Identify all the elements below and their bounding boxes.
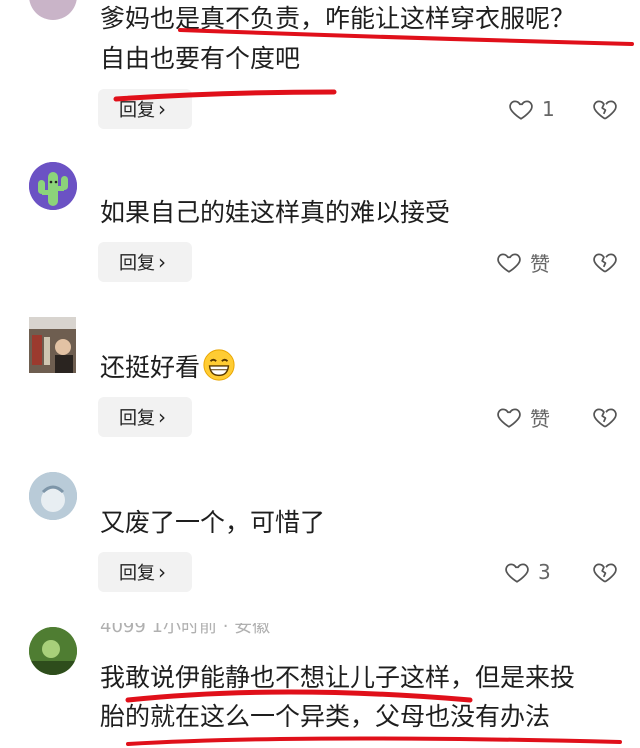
comment-meta: 4099 1小时前 · 安徽 xyxy=(100,623,271,637)
chevron-right-icon: › xyxy=(158,97,166,121)
broken-heart-icon[interactable] xyxy=(592,559,618,585)
avatar[interactable] xyxy=(29,0,77,20)
like-button[interactable]: 1 xyxy=(508,89,555,129)
comment-text-line: 如果自己的娃这样真的难以接受 xyxy=(100,198,451,227)
like-count: 3 xyxy=(538,560,551,584)
avatar[interactable] xyxy=(29,162,77,210)
reply-label: 回复 xyxy=(119,253,155,274)
broken-heart-icon[interactable] xyxy=(592,96,618,122)
like-button[interactable]: 赞 xyxy=(496,242,550,282)
avatar[interactable] xyxy=(29,317,76,373)
reply-label: 回复 xyxy=(119,100,155,121)
comment-text-line: 我敢说伊能静也不想让儿子这样，但是来投 xyxy=(100,663,576,692)
reply-button[interactable]: 回复 › xyxy=(98,242,192,282)
chevron-right-icon: › xyxy=(158,250,166,274)
comment-text: 还挺好看 xyxy=(100,347,630,389)
photo-avatar-icon xyxy=(29,627,77,675)
like-button[interactable]: 赞 xyxy=(496,397,550,437)
chevron-right-icon: › xyxy=(158,560,166,584)
heart-icon xyxy=(509,100,533,120)
reply-button[interactable]: 回复 › xyxy=(98,89,192,129)
broken-heart-icon[interactable] xyxy=(592,249,618,275)
avatar[interactable] xyxy=(29,627,77,675)
like-count: 赞 xyxy=(530,406,550,431)
heart-icon xyxy=(497,253,521,273)
photo-avatar-icon xyxy=(29,317,76,373)
cactus-avatar-icon xyxy=(29,162,77,210)
reply-button[interactable]: 回复 › xyxy=(98,397,192,437)
like-button[interactable]: 3 xyxy=(504,552,551,592)
reply-label: 回复 xyxy=(119,563,155,584)
comment-text-line: 自由也要有个度吧 xyxy=(100,44,301,73)
broken-heart-icon[interactable] xyxy=(592,404,618,430)
reply-button[interactable]: 回复 › xyxy=(98,552,192,592)
photo-avatar-icon xyxy=(29,472,77,520)
like-count: 1 xyxy=(542,97,555,121)
comment-text-line: 胎的就在这么一个异类，父母也没有办法 xyxy=(100,702,551,731)
like-count: 赞 xyxy=(530,251,550,276)
reply-label: 回复 xyxy=(119,408,155,429)
comment-text-line: 又废了一个，可惜了 xyxy=(100,508,326,537)
comment-text-line: 爹妈也是真不负责，咋能让这样穿衣服呢？ xyxy=(100,4,576,33)
heart-icon xyxy=(505,563,529,583)
heart-icon xyxy=(497,408,521,428)
chevron-right-icon: › xyxy=(158,405,166,429)
comment-text-line: 还挺好看 xyxy=(100,353,201,382)
grinning-face-icon xyxy=(203,349,235,381)
avatar[interactable] xyxy=(29,472,77,520)
